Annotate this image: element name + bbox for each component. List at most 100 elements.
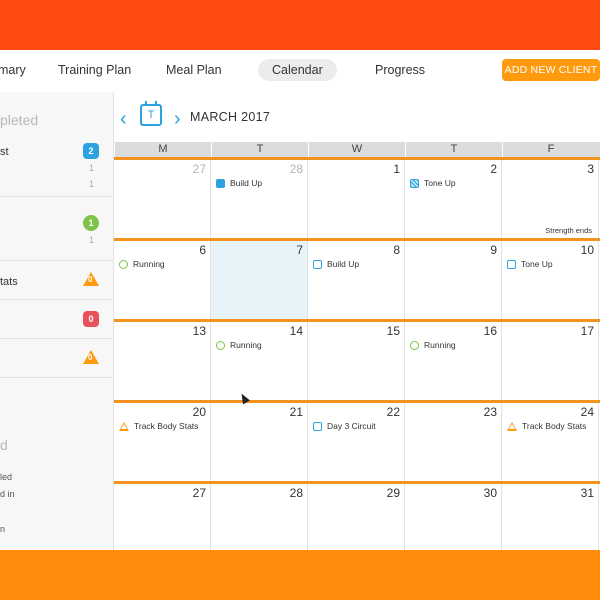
calendar-week-row: 27 28 29 30 31	[114, 481, 600, 550]
day-number: 17	[580, 324, 594, 338]
day-number: 30	[483, 486, 497, 500]
day-number: 23	[483, 405, 497, 419]
calendar-event[interactable]: Build Up	[313, 259, 359, 269]
day-number: 15	[386, 324, 400, 338]
calendar-event[interactable]: Running	[216, 340, 262, 350]
top-banner	[0, 0, 600, 50]
hatched-square-icon	[410, 178, 419, 188]
calendar-day-cell[interactable]: 22 Day 3 Circuit	[308, 403, 405, 481]
divider	[0, 338, 113, 339]
day-number: 20	[192, 405, 206, 419]
calendar-day-cell[interactable]: 27	[114, 160, 211, 238]
day-number: 8	[393, 243, 400, 257]
calendar-day-cell[interactable]: 9	[405, 241, 502, 319]
divider	[0, 299, 113, 300]
calendar-day-cell[interactable]: 6 Running	[114, 241, 211, 319]
tab-meal-plan[interactable]: Meal Plan	[166, 63, 222, 77]
calendar-event[interactable]: Running	[410, 340, 456, 350]
sidebar-heading: d	[0, 437, 8, 453]
day-number: 16	[483, 324, 497, 338]
calendar-day-cell[interactable]: 14 Running	[211, 322, 308, 400]
circle-icon	[119, 259, 128, 269]
day-number: 29	[386, 486, 400, 500]
calendar-day-cell[interactable]: 16 Running	[405, 322, 502, 400]
day-number: 22	[386, 405, 400, 419]
event-label: Build Up	[230, 178, 263, 188]
chevron-left-icon[interactable]: ‹	[120, 108, 127, 131]
day-number: 2	[490, 162, 497, 176]
calendar-week-row: 20 Track Body Stats 21 22 Day 3 Circuit 23 24 T…	[114, 400, 600, 481]
calendar-day-cell[interactable]: 20 Track Body Stats	[114, 403, 211, 481]
sidebar-text: n	[0, 524, 6, 534]
calendar-week-row: 6 Running 7 8 Build Up 9 10 Tone Up	[114, 238, 600, 319]
day-number: 31	[580, 486, 594, 500]
event-label: Running	[230, 340, 262, 350]
calendar-event[interactable]: Tone Up	[410, 178, 456, 188]
square-icon	[507, 259, 516, 269]
filled-square-icon	[216, 178, 225, 188]
add-new-client-button[interactable]: ADD NEW CLIENT	[502, 59, 600, 81]
tab-training-plan[interactable]: Training Plan	[58, 63, 131, 77]
calendar-header: ‹ T › MARCH 2017	[114, 92, 600, 142]
tab-progress[interactable]: Progress	[375, 63, 425, 77]
sidebar-text: led	[0, 472, 13, 482]
calendar-day-cell[interactable]: 30	[405, 484, 502, 550]
day-number: 7	[296, 243, 303, 257]
square-icon	[313, 421, 322, 431]
event-label: Running	[424, 340, 456, 350]
day-number: 13	[192, 324, 206, 338]
calendar-event[interactable]: Build Up	[216, 178, 262, 188]
tab-calendar[interactable]: Calendar	[258, 59, 337, 81]
sidebar-sub-count: 1	[89, 163, 95, 173]
calendar-day-cell[interactable]: 28	[211, 484, 308, 550]
day-number: 28	[289, 162, 303, 176]
day-number: 28	[289, 486, 303, 500]
day-note: Strength ends	[545, 226, 592, 235]
day-number: 24	[580, 405, 594, 419]
calendar-event[interactable]: Tone Up	[507, 259, 553, 269]
calendar-day-cell[interactable]: 15	[308, 322, 405, 400]
calendar-week-row: 27 28 Build Up 1 2 Tone Up 3 Strength ends	[114, 157, 600, 238]
day-number: 10	[580, 243, 594, 257]
calendar-day-cell[interactable]: 27	[114, 484, 211, 550]
calendar-day-cell[interactable]: 10 Tone Up	[502, 241, 599, 319]
calendar-day-cell[interactable]: 3 Strength ends	[502, 160, 599, 238]
calendar-day-cell[interactable]: 28 Build Up	[211, 160, 308, 238]
day-number: 3	[587, 162, 594, 176]
calendar-day-cell[interactable]: 17	[502, 322, 599, 400]
calendar-day-cell[interactable]: 13	[114, 322, 211, 400]
tab-summary[interactable]: mary	[0, 63, 26, 77]
calendar-event[interactable]: Running	[119, 259, 165, 269]
calendar-day-cell[interactable]: 8 Build Up	[308, 241, 405, 319]
bottom-banner	[0, 550, 600, 600]
calendar-day-cell[interactable]: 29	[308, 484, 405, 550]
circle-icon	[410, 340, 419, 350]
sidebar-text: d in	[0, 489, 15, 499]
day-number: 21	[289, 405, 303, 419]
day-number: 27	[192, 162, 206, 176]
calendar-week-row: 13 14 Running 15 16 Running 17	[114, 319, 600, 400]
divider	[0, 196, 113, 197]
warning-triangle-icon: 0	[83, 272, 99, 286]
app-window: mary Training Plan Meal Plan Calendar Pr…	[0, 50, 600, 550]
sidebar-item-label[interactable]: st	[0, 146, 9, 158]
calendar-event[interactable]: Track Body Stats	[507, 421, 586, 431]
calendar-day-cell-today[interactable]: 7	[211, 241, 308, 319]
calendar-day-cell[interactable]: 24 Track Body Stats	[502, 403, 599, 481]
month-title: MARCH 2017	[190, 110, 271, 124]
calendar-day-cell[interactable]: 21	[211, 403, 308, 481]
weekday-label: F	[502, 142, 599, 157]
divider	[0, 377, 113, 378]
calendar-day-cell[interactable]: 23	[405, 403, 502, 481]
calendar-event[interactable]: Day 3 Circuit	[313, 421, 376, 431]
event-label: Tone Up	[424, 178, 456, 188]
sidebar-item-label[interactable]: tats	[0, 276, 18, 288]
triangle-icon	[507, 421, 517, 431]
calendar-today-icon[interactable]: T	[140, 101, 162, 126]
chevron-right-icon[interactable]: ›	[174, 108, 181, 131]
calendar-day-cell[interactable]: 1	[308, 160, 405, 238]
calendar-day-cell[interactable]: 31	[502, 484, 599, 550]
count-badge: 2	[83, 143, 99, 159]
calendar-day-cell[interactable]: 2 Tone Up	[405, 160, 502, 238]
calendar-event[interactable]: Track Body Stats	[119, 421, 198, 431]
